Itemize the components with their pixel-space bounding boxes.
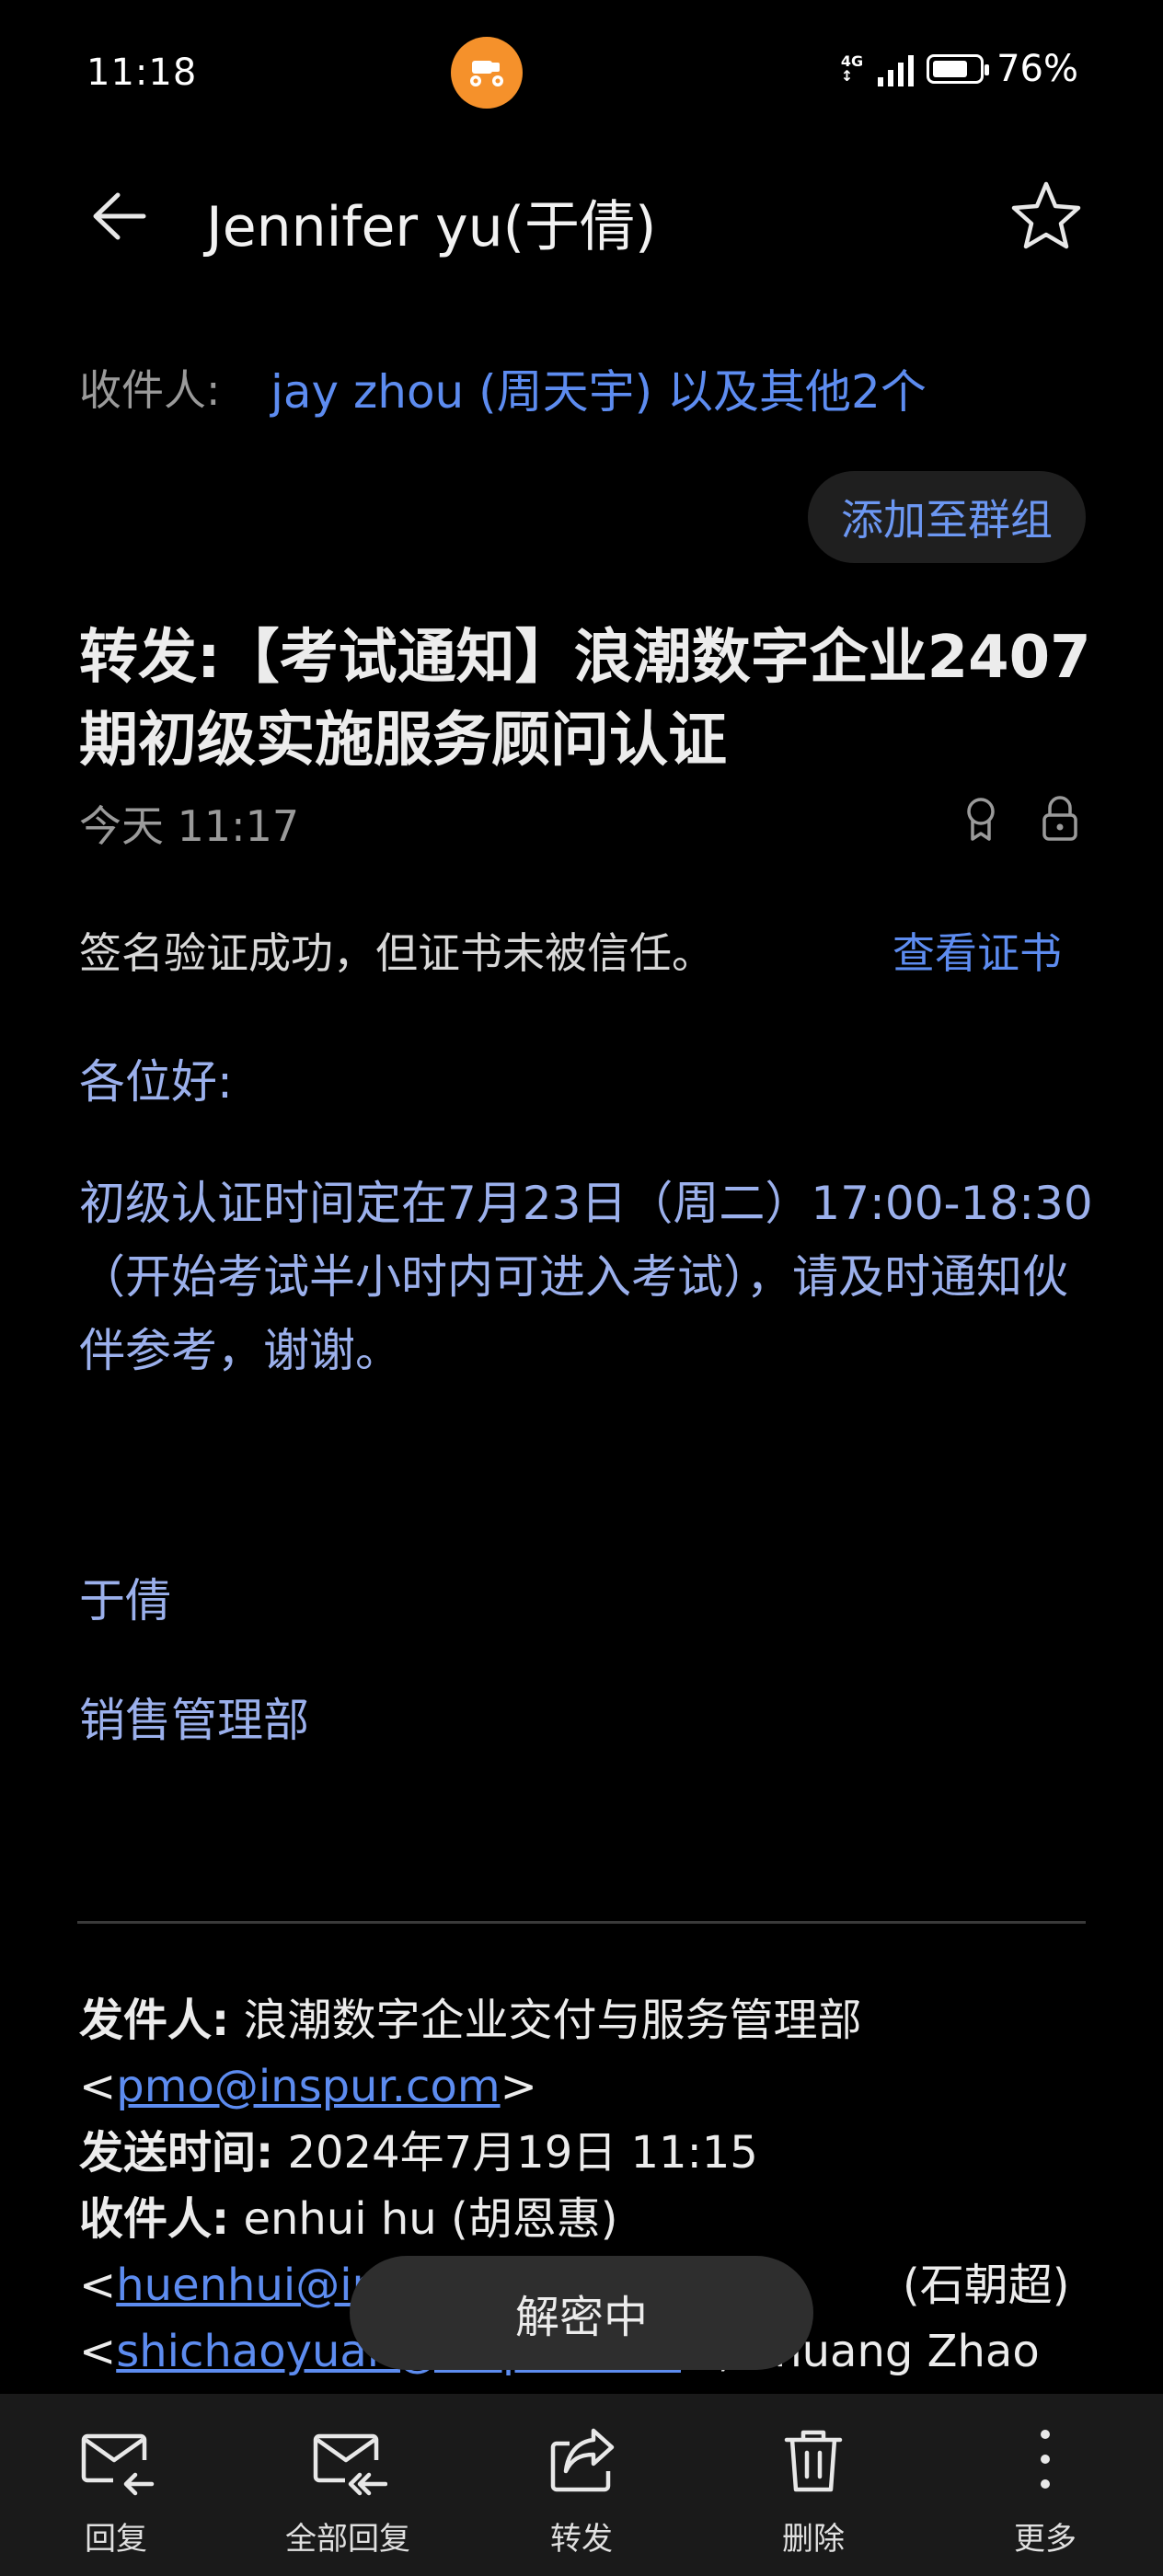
- scooter-app-icon: [451, 37, 523, 109]
- reply-all-button[interactable]: 全部回复: [274, 2420, 421, 2559]
- fwd-to-label: 收件人:: [79, 2193, 230, 2245]
- fwd-sent-label: 发送时间:: [79, 2127, 274, 2179]
- email-subject: 转发:【考试通知】浪潮数字企业2407期初级实施服务顾问认证: [79, 624, 1091, 775]
- fwd-sent-value: 2024年7月19日 11:15: [287, 2127, 758, 2179]
- email-date: 今天 11:17: [79, 801, 300, 851]
- certificate-icon[interactable]: [961, 795, 1001, 843]
- fwd-from-value: 浪潮数字企业交付与服务管理部: [243, 1995, 862, 2046]
- more-icon: [1041, 2430, 1050, 2489]
- signature-name: 于倩: [79, 1574, 171, 1627]
- recipients-link[interactable]: jay zhou (周天宇) 以及其他2个: [271, 355, 927, 421]
- status-time: 11:18: [86, 52, 198, 94]
- sender-title: Jennifer yu(于倩): [206, 195, 657, 259]
- reply-icon: [81, 2433, 155, 2496]
- more-button[interactable]: 更多: [972, 2420, 1119, 2559]
- status-indicators: 4G ↕ 76%: [841, 48, 1078, 90]
- fwd-to-name-2: (石朝超): [903, 2260, 1070, 2311]
- delete-button[interactable]: 删除: [740, 2420, 887, 2559]
- delete-label: 删除: [782, 2521, 845, 2558]
- recipients-label: 收件人:: [79, 365, 221, 415]
- reply-button[interactable]: 回复: [42, 2420, 190, 2559]
- divider: [77, 1921, 1086, 1924]
- battery-icon: [927, 54, 990, 84]
- forward-label: 转发: [550, 2521, 613, 2558]
- signature-status: 签名验证成功，但证书未被信任。: [79, 928, 714, 978]
- reply-all-label: 全部回复: [285, 2521, 410, 2558]
- trash-icon: [784, 2430, 843, 2492]
- reply-label: 回复: [85, 2521, 147, 2558]
- fwd-from-label: 发件人:: [79, 1995, 230, 2046]
- body-paragraph: 初级认证时间定在7月23日（周二）17:00-18:30（开始考试半小时内可进入…: [79, 1177, 1093, 1377]
- back-arrow-icon[interactable]: [79, 175, 162, 258]
- battery-percent: 76%: [996, 48, 1078, 90]
- forward-icon: [550, 2428, 615, 2492]
- lock-icon[interactable]: [1040, 795, 1080, 843]
- view-certificate-link[interactable]: 查看证书: [892, 920, 1062, 981]
- signal-icon: [878, 52, 915, 86]
- add-to-group-button[interactable]: 添加至群组: [808, 471, 1086, 563]
- reply-all-icon: [313, 2433, 387, 2496]
- decrypting-toast: 解密中: [350, 2256, 813, 2370]
- body-greeting: 各位好:: [79, 1055, 233, 1109]
- fwd-from-email[interactable]: pmo@inspur.com: [116, 2061, 500, 2112]
- fwd-to-value: enhui hu (胡恩惠): [243, 2193, 618, 2245]
- more-label: 更多: [1014, 2521, 1077, 2558]
- fwd-to-email-1[interactable]: huenhui@in: [116, 2260, 380, 2311]
- battery-fill: [933, 61, 967, 77]
- forward-button[interactable]: 转发: [508, 2420, 655, 2559]
- network-type: 4G ↕: [840, 52, 864, 85]
- star-icon[interactable]: [1005, 175, 1088, 258]
- signature-department: 销售管理部: [79, 1694, 309, 1747]
